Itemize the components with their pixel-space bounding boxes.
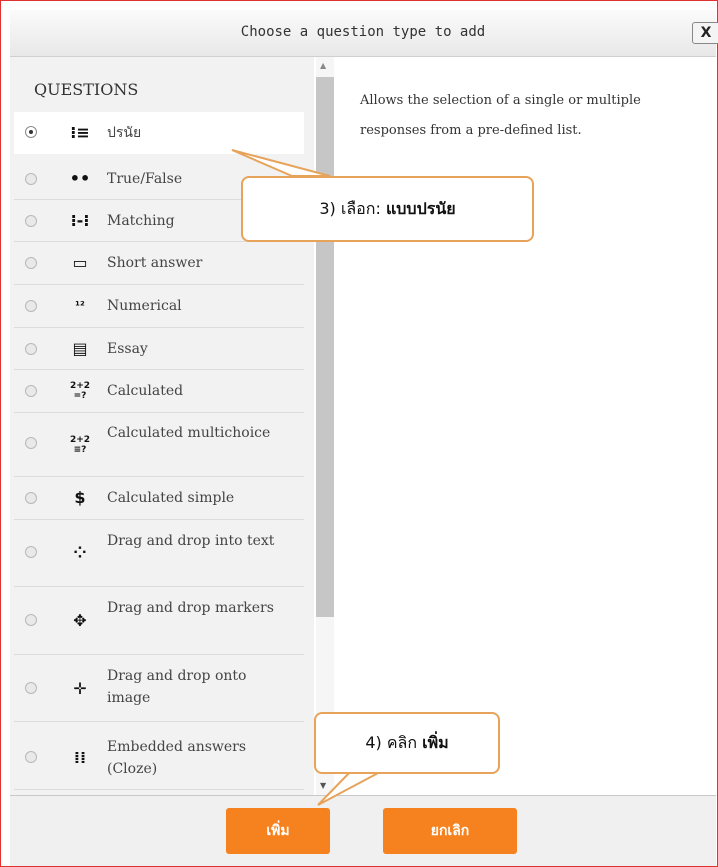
callout-3-pointer (231, 149, 331, 177)
callout-3-emphasis: แบบปรนัย (385, 199, 456, 218)
callout-3-text: 3) เลือก: (319, 199, 386, 218)
callout-step-4: 4) คลิก เพิ่ม (314, 712, 500, 774)
callout-4-emphasis: เพิ่ม (422, 733, 449, 752)
callout-4-text: 4) คลิก (365, 733, 423, 752)
callout-step-3: 3) เลือก: แบบปรนัย (241, 176, 534, 242)
callout-4-pointer (317, 771, 381, 806)
